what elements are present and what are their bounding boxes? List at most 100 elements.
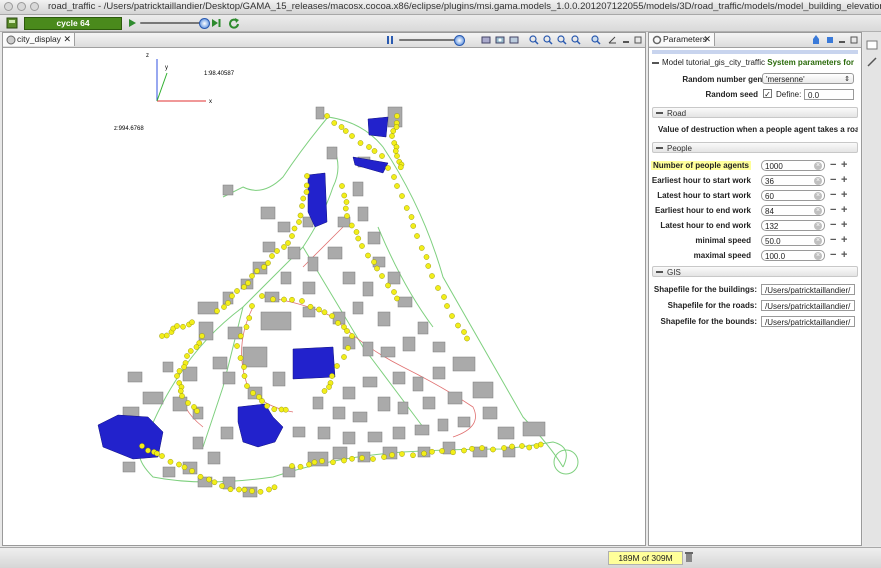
person-agent: [324, 113, 330, 119]
camera-3d-icon[interactable]: [607, 35, 617, 45]
zoom-fit-icon[interactable]: [557, 35, 567, 45]
person-agent: [316, 306, 322, 313]
gis-section-header[interactable]: GIS: [652, 266, 858, 277]
decrement-icon[interactable]: −: [830, 160, 836, 171]
person-agent: [408, 214, 415, 220]
person-agent: [281, 244, 287, 250]
zoom-in-icon[interactable]: [529, 35, 539, 45]
road-section-header[interactable]: Road: [652, 107, 858, 118]
simulation-icon[interactable]: [6, 17, 18, 29]
zoom-menu-icon[interactable]: [571, 35, 581, 45]
person-agent: [385, 165, 391, 171]
decrement-icon[interactable]: −: [830, 220, 836, 231]
buildings-layer: [122, 106, 546, 498]
minimize-window-button[interactable]: [17, 2, 26, 11]
minimize-view-icon[interactable]: [621, 35, 631, 45]
increment-icon[interactable]: +: [841, 220, 847, 231]
close-tab-icon[interactable]: ✕: [703, 33, 711, 46]
decrement-icon[interactable]: −: [830, 175, 836, 186]
speed-slider[interactable]: [140, 22, 206, 24]
decrement-icon[interactable]: −: [830, 205, 836, 216]
clear-icon[interactable]: ×: [814, 192, 822, 200]
param-input[interactable]: 50.0 ×: [761, 235, 825, 246]
decrement-icon[interactable]: −: [830, 235, 836, 246]
increment-icon[interactable]: +: [841, 205, 847, 216]
define-seed-checkbox[interactable]: ✓: [763, 89, 772, 99]
people-section-header[interactable]: People: [652, 142, 858, 153]
increment-icon[interactable]: +: [841, 250, 847, 261]
person-agent: [335, 320, 341, 326]
gis-param-input[interactable]: /Users/patricktaillandier/: [761, 300, 855, 311]
focus-icon[interactable]: [591, 35, 601, 45]
clear-icon[interactable]: ×: [814, 207, 822, 215]
axis-x-label: x: [209, 99, 212, 105]
person-agent: [349, 133, 355, 139]
param-label: Earliest hour to start work: [651, 176, 751, 185]
zoom-window-button[interactable]: [30, 2, 39, 11]
close-tab-icon[interactable]: ✕: [63, 33, 71, 46]
person-agent: [197, 473, 204, 480]
person-agent: [326, 384, 332, 390]
tab-city-display[interactable]: city_display ✕: [3, 33, 75, 46]
increment-icon[interactable]: +: [841, 175, 847, 186]
edit-icon[interactable]: [866, 56, 878, 68]
increment-icon[interactable]: +: [841, 235, 847, 246]
export-icon[interactable]: [811, 35, 821, 45]
clear-icon[interactable]: ×: [814, 252, 822, 260]
reload-icon[interactable]: [228, 17, 240, 29]
tab-parameters[interactable]: Parameters ✕: [649, 33, 715, 46]
param-input[interactable]: 36 ×: [761, 175, 825, 186]
trash-icon[interactable]: [684, 551, 694, 563]
display-zoom-slider-knob[interactable]: [453, 35, 465, 46]
param-input[interactable]: 84 ×: [761, 205, 825, 216]
person-agent: [339, 183, 345, 189]
overlay-icon[interactable]: [509, 35, 519, 45]
play-icon[interactable]: [126, 17, 138, 29]
gis-param-input[interactable]: /Users/patricktaillandier/: [761, 284, 855, 295]
maximize-view-icon[interactable]: [849, 35, 859, 45]
person-agent: [189, 468, 195, 474]
person-agent: [399, 451, 405, 457]
person-agent: [289, 296, 295, 303]
display-zoom-slider[interactable]: [399, 39, 461, 41]
close-window-button[interactable]: [4, 2, 13, 11]
param-input[interactable]: 60 ×: [761, 190, 825, 201]
decrement-icon[interactable]: −: [830, 250, 836, 261]
snapshot-icon[interactable]: [495, 35, 505, 45]
clear-icon[interactable]: ×: [814, 177, 822, 185]
system-parameters-link[interactable]: System parameters for: [767, 58, 854, 67]
param-input[interactable]: 132 ×: [761, 220, 825, 231]
param-input[interactable]: 1000 ×: [761, 160, 825, 171]
person-agent: [414, 233, 420, 239]
city-3d-map[interactable]: x z y 1:98.40587 z:994.6768: [3, 47, 645, 545]
pause-icon[interactable]: [385, 35, 395, 45]
clear-icon[interactable]: ×: [814, 162, 822, 170]
clear-icon[interactable]: ×: [814, 237, 822, 245]
person-agent: [344, 213, 350, 219]
minimize-view-icon[interactable]: [837, 35, 847, 45]
person-agent: [394, 153, 400, 159]
layers-icon[interactable]: [481, 35, 491, 45]
increment-icon[interactable]: +: [841, 190, 847, 201]
clear-icon[interactable]: ×: [814, 222, 822, 230]
person-agent: [271, 406, 278, 413]
random-seed-input[interactable]: 0.0: [804, 89, 854, 100]
speed-slider-knob[interactable]: [198, 18, 210, 29]
collapse-icon[interactable]: [652, 61, 659, 64]
person-agent: [246, 315, 253, 321]
maximize-view-icon[interactable]: [633, 35, 643, 45]
restore-icon[interactable]: [866, 40, 878, 50]
param-input[interactable]: 100.0 ×: [761, 250, 825, 261]
person-agent: [281, 296, 287, 303]
person-agent: [391, 174, 397, 180]
random-generator-select[interactable]: 'mersenne' ⇕: [762, 73, 854, 84]
zoom-out-icon[interactable]: [543, 35, 553, 45]
decrement-icon[interactable]: −: [830, 190, 836, 201]
revert-icon[interactable]: [825, 35, 835, 45]
person-agent: [370, 456, 376, 462]
gis-param-input[interactable]: /Users/patricktaillandier/: [761, 316, 855, 327]
person-agent: [269, 253, 275, 259]
step-icon[interactable]: [210, 17, 222, 29]
increment-icon[interactable]: +: [841, 160, 847, 171]
person-agent: [399, 193, 405, 199]
